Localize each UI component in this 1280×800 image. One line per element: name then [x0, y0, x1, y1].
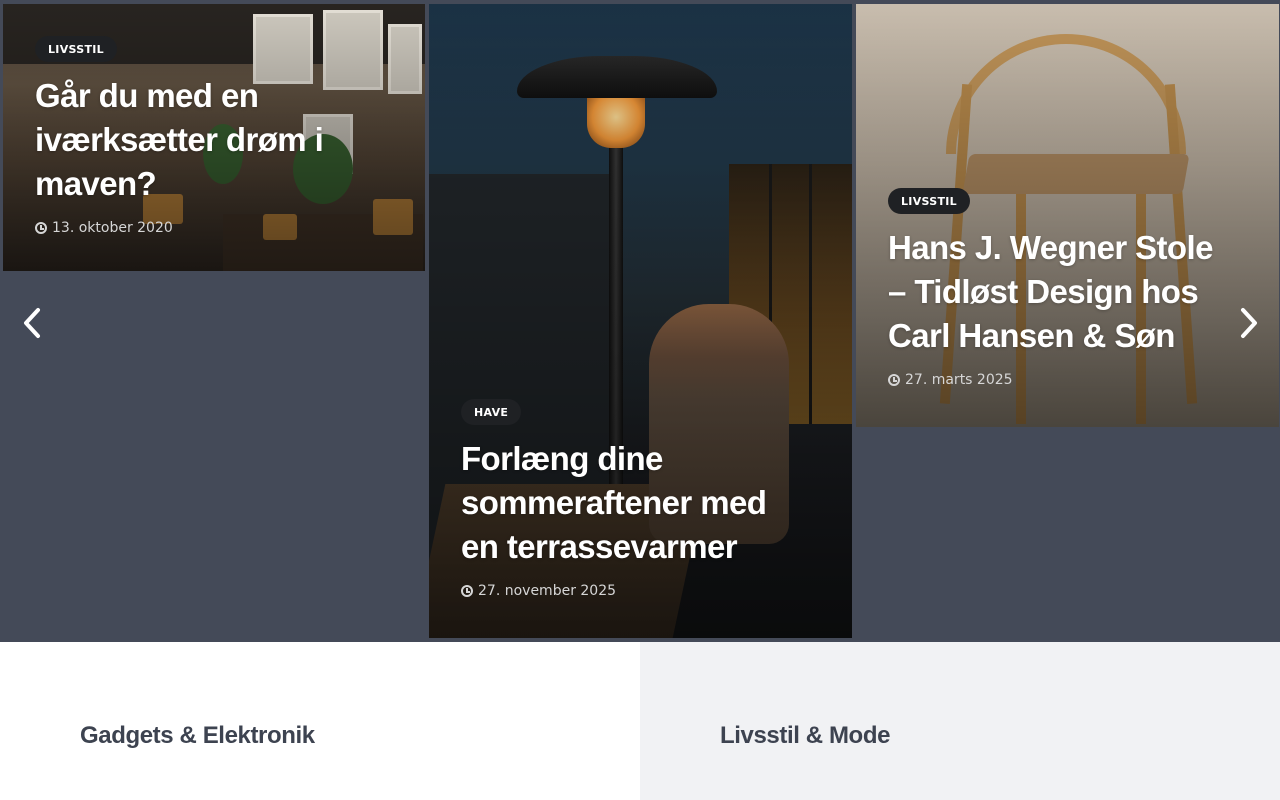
slider-next-button[interactable]	[1231, 305, 1267, 341]
section-title[interactable]: Livsstil & Mode	[720, 722, 890, 750]
slide-title[interactable]: Hans J. Wegner Stole – Tidløst Design ho…	[888, 226, 1239, 358]
featured-slider: LIVSSTIL Går du med en iværksætter drøm …	[0, 0, 1280, 642]
category-tag[interactable]: LIVSSTIL	[35, 36, 117, 62]
slider-prev-button[interactable]	[14, 305, 50, 341]
section-title[interactable]: Gadgets & Elektronik	[80, 722, 315, 750]
slide-caption: LIVSSTIL Går du med en iværksætter drøm …	[35, 36, 385, 236]
clock-icon	[461, 585, 473, 597]
slide-title[interactable]: Forlæng dine sommeraftener med en terras…	[461, 437, 812, 569]
date-text: 13. oktober 2020	[52, 220, 173, 236]
chevron-right-icon	[1241, 308, 1257, 338]
date-text: 27. marts 2025	[905, 372, 1013, 388]
post-date: 27. november 2025	[461, 583, 812, 599]
clock-icon	[35, 222, 47, 234]
slide-card-terrace-heater[interactable]: HAVE Forlæng dine sommeraftener med en t…	[429, 4, 852, 638]
date-text: 27. november 2025	[478, 583, 617, 599]
slide-caption: LIVSSTIL Hans J. Wegner Stole – Tidløst …	[888, 188, 1239, 388]
category-tag[interactable]: HAVE	[461, 399, 522, 425]
slide-caption: HAVE Forlæng dine sommeraftener med en t…	[461, 399, 812, 599]
clock-icon	[888, 374, 900, 386]
slide-card-wegner-chairs[interactable]: LIVSSTIL Hans J. Wegner Stole – Tidløst …	[856, 4, 1279, 427]
chevron-left-icon	[24, 308, 40, 338]
category-tag[interactable]: LIVSSTIL	[888, 188, 970, 214]
post-date: 27. marts 2025	[888, 372, 1239, 388]
section-lifestyle: Livsstil & Mode	[640, 642, 1280, 800]
post-date: 13. oktober 2020	[35, 220, 385, 236]
section-gadgets: Gadgets & Elektronik	[0, 642, 640, 800]
slide-title[interactable]: Går du med en iværksætter drøm i maven?	[35, 74, 385, 206]
slide-card-entrepreneur[interactable]: LIVSSTIL Går du med en iværksætter drøm …	[3, 4, 425, 271]
